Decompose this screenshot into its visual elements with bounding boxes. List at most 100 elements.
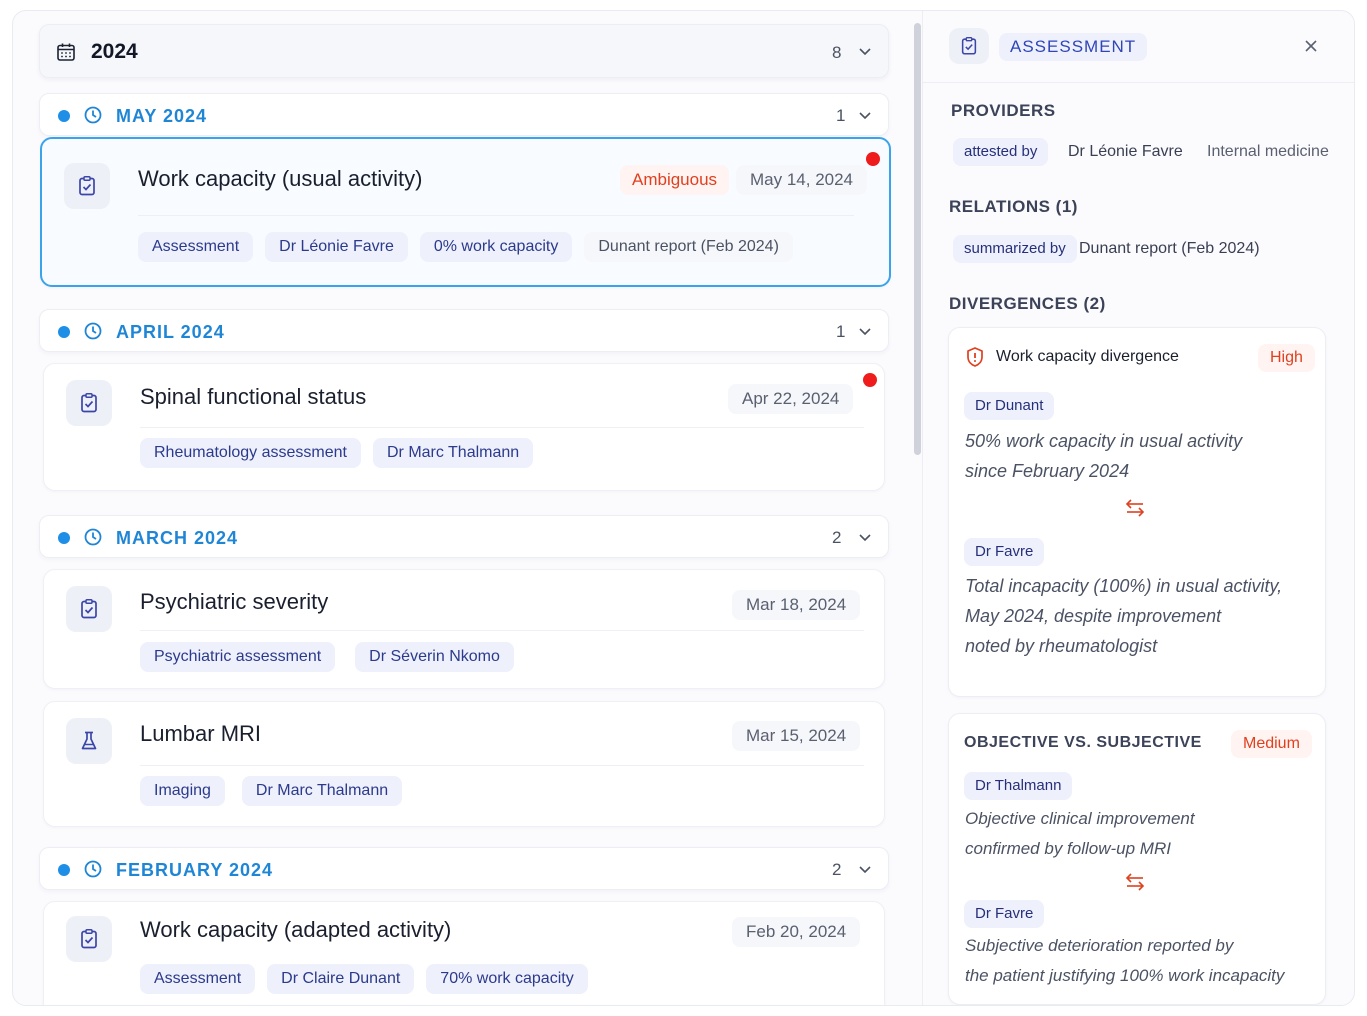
clock-icon — [84, 860, 102, 878]
chevron-down-icon[interactable] — [858, 327, 872, 337]
chevron-down-icon[interactable] — [858, 533, 872, 543]
tag-list: Imaging Dr Marc Thalmann — [140, 776, 403, 806]
tag-value[interactable]: 70% work capacity — [426, 964, 588, 994]
chevron-down-icon[interactable] — [858, 47, 872, 57]
divider — [138, 215, 854, 216]
entry-card[interactable]: Psychiatric severity Mar 18, 2024 Psychi… — [43, 569, 885, 689]
clock-icon — [84, 528, 102, 546]
providers-heading: PROVIDERS — [951, 101, 1056, 120]
divergence-title: Work capacity divergence — [996, 348, 1179, 365]
icon-box — [66, 916, 112, 962]
tag-type[interactable]: Assessment — [138, 232, 254, 262]
clock-icon — [84, 106, 102, 124]
tag-provider[interactable]: Dr Séverin Nkomo — [355, 642, 514, 672]
detail-panel: ASSESSMENT PROVIDERS attested by Dr Léon… — [923, 11, 1354, 1005]
divergence-card[interactable]: Work capacity divergence High Dr Dunant … — [948, 327, 1326, 697]
claim-line: noted by rheumatologist — [965, 636, 1158, 656]
month-count: 1 — [836, 106, 846, 125]
tag-provider[interactable]: Dr Léonie Favre — [265, 232, 408, 262]
month-header-march[interactable]: MARCH 2024 2 — [39, 515, 889, 558]
claim-author[interactable]: Dr Favre — [964, 538, 1045, 566]
year-title: 2024 — [91, 40, 138, 63]
calendar-icon — [57, 43, 75, 61]
provider-relation: attested by — [953, 138, 1049, 166]
tag-list: Psychiatric assessment Dr Séverin Nkomo — [140, 642, 514, 672]
month-header-may[interactable]: MAY 2024 1 — [39, 93, 889, 136]
detail-header: ASSESSMENT — [923, 11, 1354, 83]
tag-provider[interactable]: Dr Marc Thalmann — [241, 776, 403, 806]
month-count: 1 — [836, 322, 846, 341]
alert-dot — [863, 373, 877, 387]
entry-date: Apr 22, 2024 — [728, 384, 854, 414]
month-title: FEBRUARY 2024 — [116, 860, 274, 880]
relation-target[interactable]: Dunant report (Feb 2024) — [1079, 240, 1260, 258]
entry-date: Mar 15, 2024 — [732, 721, 861, 751]
ambiguous-badge: Ambiguous — [620, 165, 730, 195]
year-group-header[interactable]: 2024 8 — [39, 24, 889, 78]
status-dot — [58, 864, 70, 876]
month-title: MARCH 2024 — [116, 528, 239, 548]
chevron-down-icon[interactable] — [858, 865, 872, 875]
month-title: MAY 2024 — [116, 106, 208, 126]
tag-provider[interactable]: Dr Marc Thalmann — [372, 438, 534, 468]
close-icon[interactable] — [1303, 38, 1319, 54]
detail-type-badge: ASSESSMENT — [999, 33, 1148, 61]
scrollbar[interactable] — [914, 23, 921, 455]
tag-provider[interactable]: Dr Claire Dunant — [267, 964, 415, 994]
status-dot — [58, 326, 70, 338]
divider — [140, 765, 864, 766]
claim-line: since February 2024 — [965, 461, 1130, 481]
clipboard-check-icon — [79, 176, 95, 196]
entry-title: Work capacity (adapted activity) — [140, 917, 452, 942]
icon-box — [66, 380, 112, 426]
divergence-card[interactable]: OBJECTIVE VS. SUBJECTIVE Medium Dr Thalm… — [948, 713, 1326, 1005]
app-frame: 2024 8 MAY 2024 1 Work capacity (usual a… — [12, 10, 1355, 1006]
relation-type: summarized by — [953, 235, 1077, 263]
entry-title: Lumbar MRI — [140, 721, 262, 746]
alert-dot — [866, 152, 880, 166]
provider-name[interactable]: Dr Léonie Favre — [1068, 143, 1183, 161]
chevron-down-icon[interactable] — [858, 111, 872, 121]
clock-icon — [84, 322, 102, 340]
claim-author[interactable]: Dr Favre — [964, 900, 1045, 928]
claim-line: confirmed by follow-up MRI — [965, 839, 1171, 858]
entry-date: Feb 20, 2024 — [732, 917, 861, 947]
tag-list: Rheumatology assessment Dr Marc Thalmann — [140, 438, 534, 468]
divider — [140, 630, 864, 631]
claim-text: 50% work capacity in usual activity sinc… — [965, 426, 1305, 486]
tag-type[interactable]: Psychiatric assessment — [140, 642, 336, 672]
tag-source[interactable]: Dunant report (Feb 2024) — [584, 232, 793, 262]
clipboard-check-icon — [81, 599, 97, 619]
flask-icon — [81, 731, 97, 750]
severity-badge: Medium — [1231, 730, 1312, 758]
tag-value[interactable]: 0% work capacity — [419, 232, 573, 262]
month-count: 2 — [832, 528, 842, 547]
entry-card[interactable]: Lumbar MRI Mar 15, 2024 Imaging Dr Marc … — [43, 701, 885, 827]
tag-list: Assessment Dr Léonie Favre 0% work capac… — [138, 232, 793, 262]
entry-card-selected[interactable]: Work capacity (usual activity) Ambiguous… — [40, 137, 891, 287]
status-dot — [58, 110, 70, 122]
entry-card[interactable]: Spinal functional status Apr 22, 2024 Rh… — [43, 363, 885, 491]
timeline-panel: 2024 8 MAY 2024 1 Work capacity (usual a… — [13, 11, 911, 1005]
relations-heading: RELATIONS (1) — [949, 197, 1078, 216]
year-count: 8 — [832, 43, 842, 62]
entry-card[interactable]: Work capacity (adapted activity) Feb 20,… — [43, 901, 885, 1005]
claim-author[interactable]: Dr Thalmann — [964, 772, 1073, 800]
claim-line: Subjective deterioration reported by — [965, 936, 1234, 955]
claim-author[interactable]: Dr Dunant — [964, 392, 1055, 420]
clipboard-check-icon — [81, 393, 97, 413]
shield-alert-icon — [967, 347, 983, 367]
provider-specialty: Internal medicine — [1207, 143, 1329, 160]
tag-list: Assessment Dr Claire Dunant 70% work cap… — [140, 964, 588, 994]
tag-type[interactable]: Imaging — [140, 776, 225, 806]
tag-type[interactable]: Assessment — [140, 964, 256, 994]
icon-box — [64, 163, 110, 209]
clipboard-check-icon — [81, 929, 97, 949]
divergences-heading: DIVERGENCES (2) — [949, 294, 1106, 313]
month-header-april[interactable]: APRIL 2024 1 — [39, 309, 889, 352]
claim-line: the patient justifying 100% work incapac… — [965, 966, 1285, 985]
tag-type[interactable]: Rheumatology assessment — [140, 438, 361, 468]
claim-text: Total incapacity (100%) in usual activit… — [965, 571, 1305, 661]
claim-text: Subjective deterioration reported by the… — [965, 931, 1320, 991]
month-header-february[interactable]: FEBRUARY 2024 2 — [39, 847, 889, 890]
